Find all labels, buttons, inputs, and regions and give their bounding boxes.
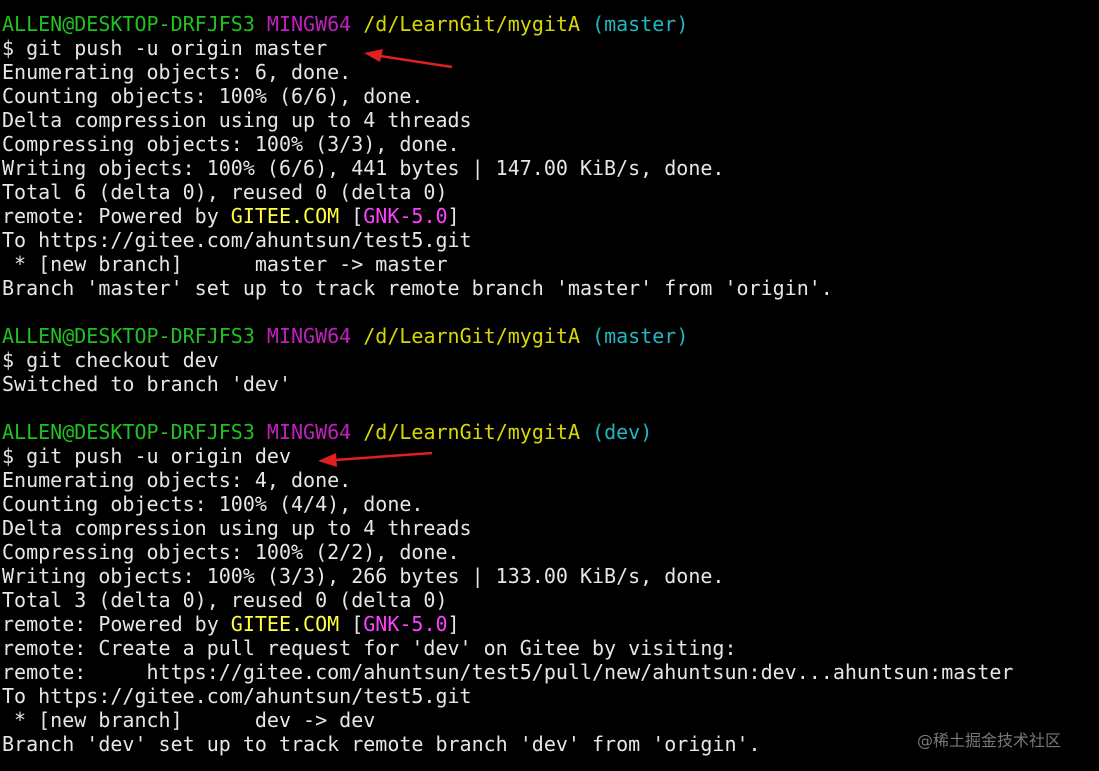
output-line: Counting objects: 100% (4/4), done.: [2, 492, 424, 516]
prompt-mingw: MINGW64: [266, 324, 352, 348]
output-line: Enumerating objects: 4, done.: [2, 468, 352, 492]
gitee-label: GITEE.COM: [230, 204, 340, 228]
remote-prefix: remote: Powered by: [2, 612, 231, 636]
prompt-line: ALLEN@DESKTOP-DRFJFS3 MINGW64 /d/LearnGi…: [2, 12, 1099, 36]
prompt-line: ALLEN@DESKTOP-DRFJFS3 MINGW64 /d/LearnGi…: [2, 324, 1099, 348]
prompt-branch: (master): [592, 12, 689, 36]
bracket-close: ]: [447, 204, 460, 228]
command-line: $ git push -u origin dev: [2, 444, 291, 468]
output-line: Branch 'master' set up to track remote b…: [2, 276, 833, 300]
remote-powered-line: remote: Powered by GITEE.COM [GNK-5.0]: [2, 612, 1099, 636]
bracket-close: ]: [447, 612, 460, 636]
bracket-open: [: [339, 204, 364, 228]
prompt-mingw: MINGW64: [266, 420, 352, 444]
prompt-user: ALLEN@DESKTOP-DRFJFS3: [2, 324, 255, 348]
prompt-path: /d/LearnGit/mygitA: [363, 420, 581, 444]
output-line: Writing objects: 100% (3/3), 266 bytes |…: [2, 564, 725, 588]
output-line: To https://gitee.com/ahuntsun/test5.git: [2, 684, 472, 708]
remote-prefix: remote: Powered by: [2, 204, 231, 228]
prompt-path: /d/LearnGit/mygitA: [363, 324, 581, 348]
prompt-branch: (master): [592, 324, 689, 348]
output-line: Total 3 (delta 0), reused 0 (delta 0): [2, 588, 448, 612]
prompt-path: /d/LearnGit/mygitA: [363, 12, 581, 36]
output-line: Writing objects: 100% (6/6), 441 bytes |…: [2, 156, 725, 180]
prompt-mingw: MINGW64: [266, 12, 352, 36]
output-line: Compressing objects: 100% (2/2), done.: [2, 540, 460, 564]
output-line: Switched to branch 'dev': [2, 372, 291, 396]
output-line: remote: https://gitee.com/ahuntsun/test5…: [2, 660, 1014, 684]
output-line: remote: Create a pull request for 'dev' …: [2, 636, 737, 660]
output-line: Counting objects: 100% (6/6), done.: [2, 84, 424, 108]
prompt-user: ALLEN@DESKTOP-DRFJFS3: [2, 12, 255, 36]
output-line: Total 6 (delta 0), reused 0 (delta 0): [2, 180, 448, 204]
bracket-open: [: [339, 612, 364, 636]
gnk-label: GNK-5.0: [363, 612, 448, 636]
output-line: Enumerating objects: 6, done.: [2, 60, 352, 84]
output-line: * [new branch] master -> master: [2, 252, 448, 276]
gnk-label: GNK-5.0: [363, 204, 448, 228]
output-line: Compressing objects: 100% (3/3), done.: [2, 132, 460, 156]
output-line: Delta compression using up to 4 threads: [2, 108, 472, 132]
output-line: Delta compression using up to 4 threads: [2, 516, 472, 540]
terminal-window[interactable]: ALLEN@DESKTOP-DRFJFS3 MINGW64 /d/LearnGi…: [2, 12, 1099, 756]
command-line: $ git checkout dev: [2, 348, 219, 372]
prompt-line: ALLEN@DESKTOP-DRFJFS3 MINGW64 /d/LearnGi…: [2, 420, 1099, 444]
gitee-label: GITEE.COM: [230, 612, 340, 636]
prompt-branch: (dev): [592, 420, 653, 444]
prompt-user: ALLEN@DESKTOP-DRFJFS3: [2, 420, 255, 444]
output-line: To https://gitee.com/ahuntsun/test5.git: [2, 228, 472, 252]
remote-powered-line: remote: Powered by GITEE.COM [GNK-5.0]: [2, 204, 1099, 228]
watermark: @稀土掘金技术社区: [917, 731, 1062, 750]
command-line: $ git push -u origin master: [2, 36, 328, 60]
